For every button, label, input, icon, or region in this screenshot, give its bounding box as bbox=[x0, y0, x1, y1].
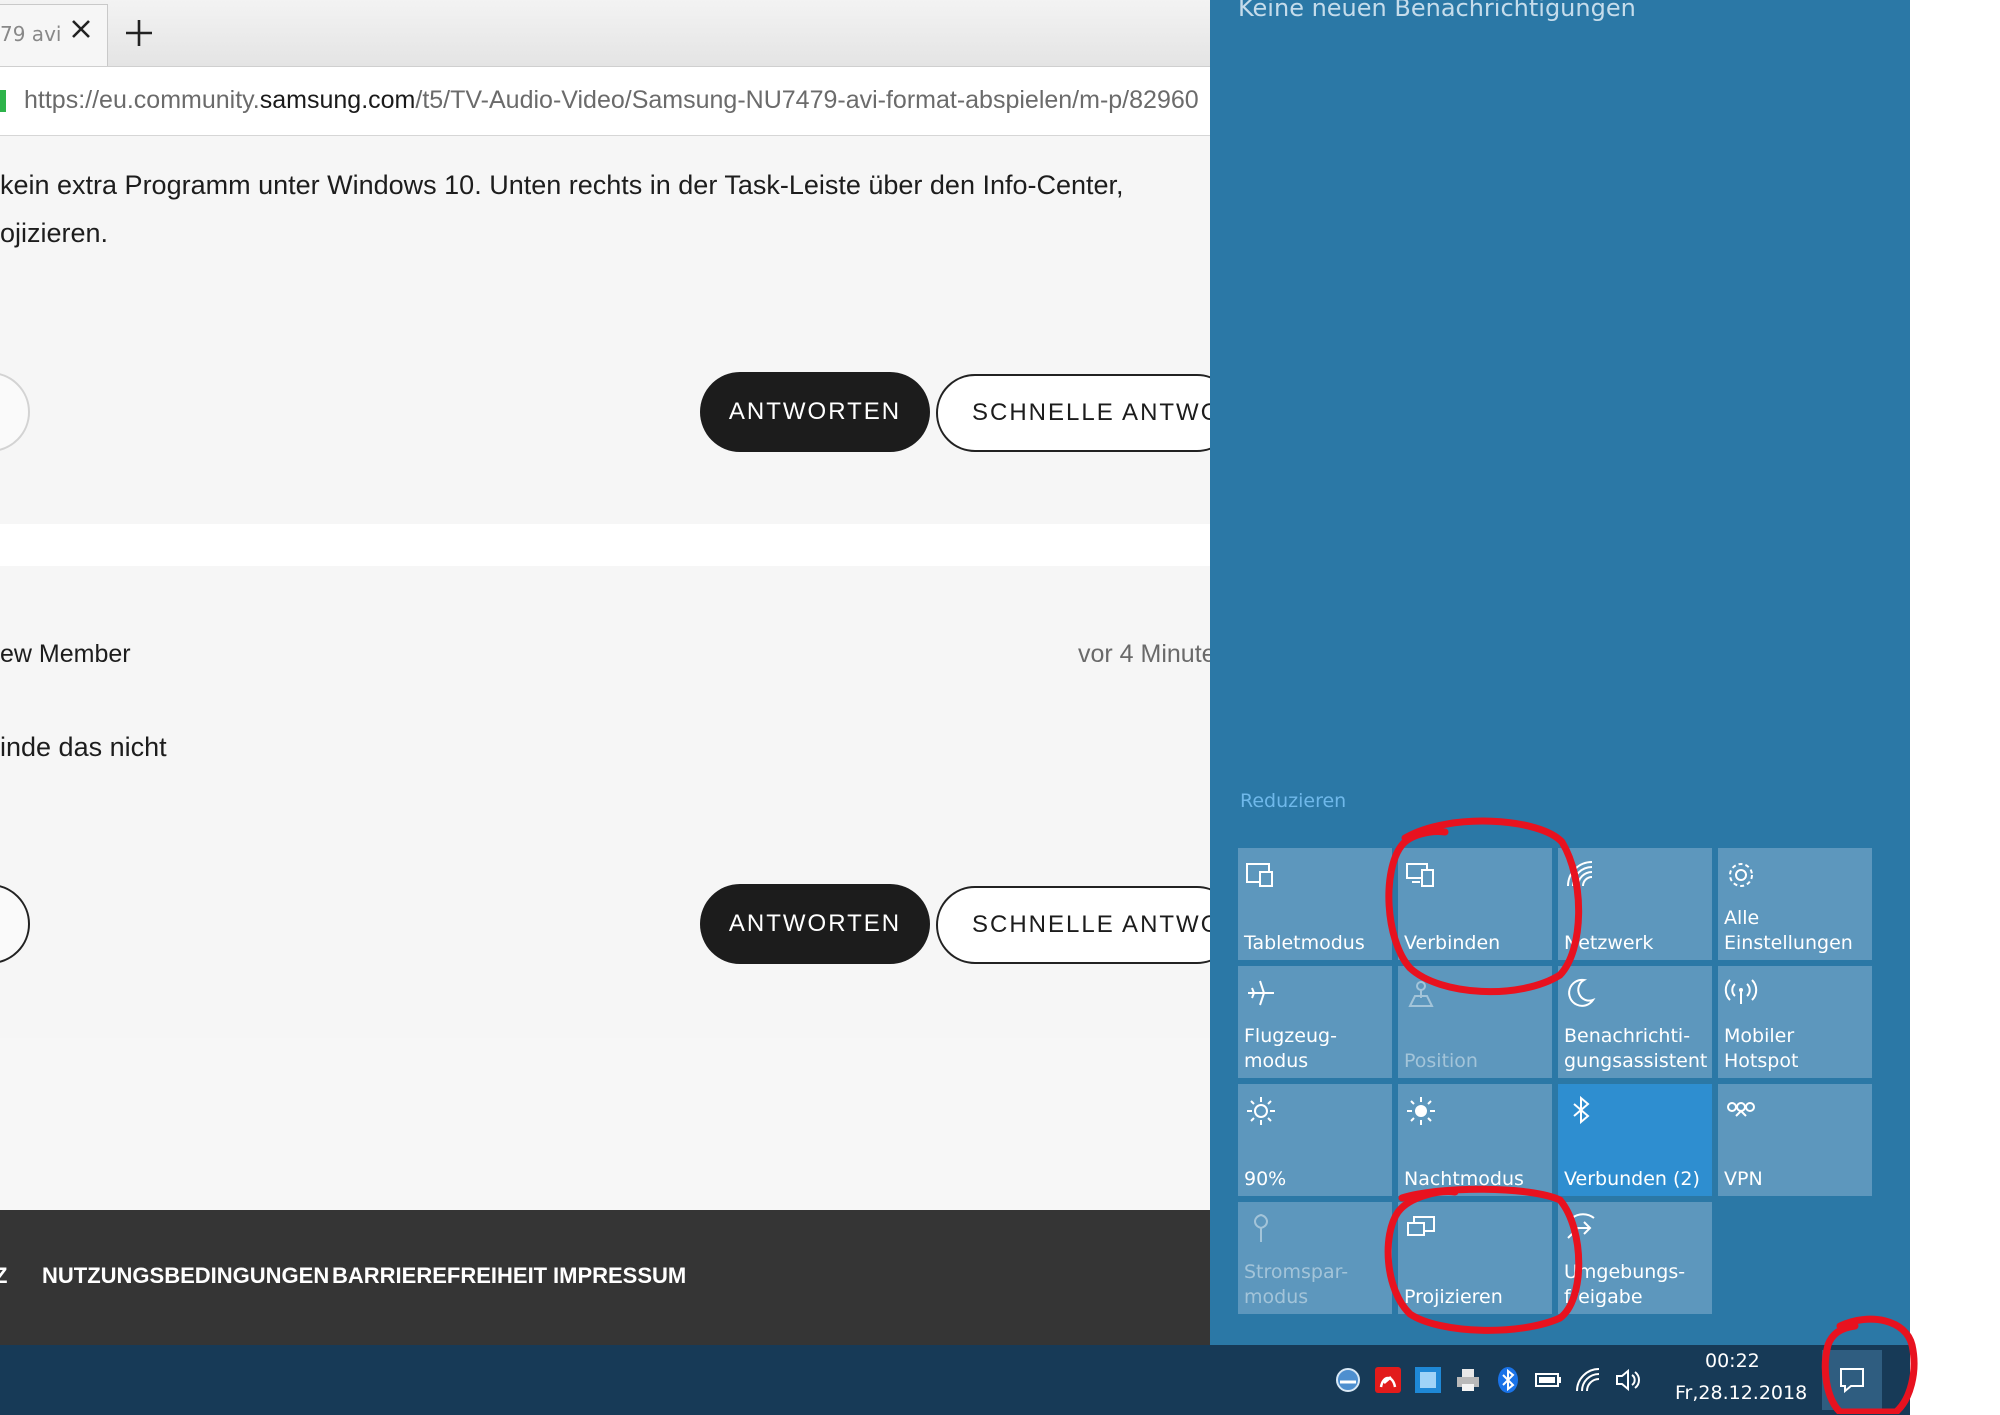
tile-label: Mobiler Hotspot bbox=[1724, 1025, 1799, 1072]
collapse-link[interactable]: Reduzieren bbox=[1240, 790, 1346, 812]
quick-action-network[interactable]: Netzwerk bbox=[1558, 848, 1712, 960]
post-time: vor 4 Minuten bbox=[1078, 640, 1210, 668]
quick-action-vpn[interactable]: VPN bbox=[1718, 1084, 1872, 1196]
post-text-line: ojizieren. bbox=[0, 218, 109, 248]
page-margin bbox=[1910, 0, 2000, 1414]
vpn-icon bbox=[1727, 1102, 1755, 1117]
quick-action-night-light[interactable]: Nachtmodus bbox=[1398, 1084, 1552, 1196]
reply-button[interactable]: ANTWORTEN bbox=[700, 372, 930, 452]
tile-label: Tabletmodus bbox=[1244, 932, 1365, 954]
moon-icon bbox=[1568, 978, 1596, 1007]
network-app-icon[interactable] bbox=[1334, 1366, 1362, 1394]
airplane-icon bbox=[1248, 980, 1274, 1006]
url-path: /t5/TV-Audio-Video/Samsung-NU7479-avi-fo… bbox=[415, 86, 1199, 114]
network-icon bbox=[1567, 861, 1593, 887]
quick-action-battery-saver[interactable]: Stromspar- modus bbox=[1238, 1202, 1392, 1314]
footer-link[interactable]: Z bbox=[0, 1263, 7, 1289]
post-separator bbox=[0, 524, 1210, 566]
browser-window: 79 avi f https://eu.community.samsung.co… bbox=[0, 0, 1210, 1345]
quick-action-mobile-hotspot[interactable]: Mobiler Hotspot bbox=[1718, 966, 1872, 1078]
tile-label: Stromspar- modus bbox=[1244, 1261, 1349, 1308]
tile-label: Nachtmodus bbox=[1404, 1168, 1524, 1190]
project-icon bbox=[1407, 1216, 1435, 1236]
night-light-icon bbox=[1407, 1097, 1435, 1125]
hotspot-icon bbox=[1724, 979, 1758, 1004]
close-tab-icon[interactable] bbox=[68, 16, 94, 42]
quick-action-connect[interactable]: Verbinden bbox=[1398, 848, 1552, 960]
quick-action-nearby-sharing[interactable]: Umgebungs- freigabe bbox=[1558, 1202, 1712, 1314]
post-body: inde das nicht bbox=[0, 732, 167, 762]
tile-label: Verbinden bbox=[1404, 932, 1501, 954]
tile-label: Projizieren bbox=[1404, 1286, 1503, 1308]
tile-label: Umgebungs- freigabe bbox=[1564, 1261, 1686, 1308]
quick-action-focus-assist[interactable]: Benachrichti- gungsassistent bbox=[1558, 966, 1712, 1078]
tile-label: VPN bbox=[1724, 1168, 1763, 1190]
tile-label: Verbunden (2) bbox=[1564, 1168, 1700, 1190]
battery-saver-icon bbox=[1254, 1213, 1268, 1242]
post-card bbox=[0, 566, 1210, 1038]
quick-action-project[interactable]: Projizieren bbox=[1398, 1202, 1552, 1314]
tile-label: 90% bbox=[1244, 1168, 1287, 1190]
volume-icon[interactable] bbox=[1614, 1366, 1642, 1394]
action-center-button[interactable] bbox=[1822, 1350, 1882, 1410]
location-icon bbox=[1408, 981, 1434, 1007]
battery-icon[interactable] bbox=[1534, 1366, 1562, 1394]
wifi-icon[interactable] bbox=[1574, 1366, 1602, 1394]
url-prefix: https://eu.community. bbox=[24, 86, 260, 114]
bluetooth-icon bbox=[1573, 1095, 1590, 1125]
no-notifications-text: Keine neuen Benachrichtigungen bbox=[1238, 0, 1636, 22]
quick-action-airplane-mode[interactable]: Flugzeug- modus bbox=[1238, 966, 1392, 1078]
url-domain: samsung.com bbox=[259, 86, 416, 114]
post-text-line: kein extra Programm unter Windows 10. Un… bbox=[0, 170, 1124, 200]
tablet-mode-icon bbox=[1246, 863, 1273, 887]
bluetooth-icon[interactable] bbox=[1494, 1366, 1522, 1394]
tile-label: Flugzeug- modus bbox=[1244, 1025, 1337, 1072]
clock-date[interactable]: Fr,28.12.2018 bbox=[1675, 1382, 1807, 1404]
quick-action-brightness[interactable]: 90% bbox=[1238, 1084, 1392, 1196]
quick-reply-button[interactable]: SCHNELLE ANTWORT bbox=[936, 374, 1210, 452]
footer-link-imprint[interactable]: IMPRESSUM bbox=[553, 1263, 686, 1289]
nearby-sharing-icon bbox=[1567, 1213, 1595, 1239]
printer-icon[interactable] bbox=[1454, 1366, 1482, 1394]
settings-icon bbox=[1729, 863, 1753, 887]
new-tab-icon[interactable] bbox=[122, 16, 156, 50]
author-rank: ew Member bbox=[0, 640, 131, 668]
footer-link-terms[interactable]: NUTZUNGSBEDINGUNGEN bbox=[42, 1263, 329, 1289]
reply-button[interactable]: ANTWORTEN bbox=[700, 884, 930, 964]
quick-action-tablet-mode[interactable]: Tabletmodus bbox=[1238, 848, 1392, 960]
tile-label: Alle Einstellungen bbox=[1724, 907, 1853, 954]
secure-lock-icon bbox=[0, 90, 6, 112]
clock-time[interactable]: 00:22 bbox=[1705, 1350, 1760, 1372]
quick-action-location[interactable]: Position bbox=[1398, 966, 1552, 1078]
quick-action-all-settings[interactable]: Alle Einstellungen bbox=[1718, 848, 1872, 960]
tab-title: 79 avi f bbox=[0, 22, 60, 46]
tile-label: Position bbox=[1404, 1050, 1478, 1072]
app-icon[interactable] bbox=[1414, 1366, 1442, 1394]
tile-label: Benachrichti- gungsassistent bbox=[1564, 1025, 1708, 1072]
tab-bar bbox=[0, 0, 1210, 67]
tile-label: Netzwerk bbox=[1564, 932, 1654, 954]
brightness-icon bbox=[1247, 1097, 1275, 1125]
quick-reply-button[interactable]: SCHNELLE ANTWORT bbox=[936, 886, 1210, 964]
quick-action-bluetooth[interactable]: Verbunden (2) bbox=[1558, 1084, 1712, 1196]
footer-link-accessibility[interactable]: BARRIEREFREIHEIT bbox=[332, 1263, 547, 1289]
connect-icon bbox=[1406, 863, 1434, 887]
antivirus-icon[interactable] bbox=[1374, 1366, 1402, 1394]
notification-icon bbox=[1840, 1368, 1864, 1394]
url-text[interactable]: https://eu.community.samsung.com/t5/TV-A… bbox=[24, 86, 1199, 115]
